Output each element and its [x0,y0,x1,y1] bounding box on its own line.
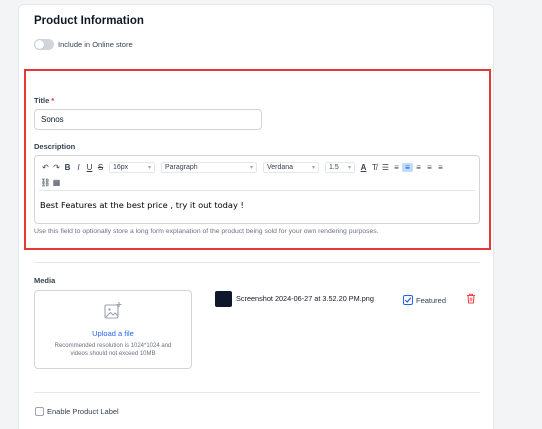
clear-format-icon[interactable]: T̸ [369,163,380,172]
align-right-icon[interactable]: ≡ [424,163,435,172]
redo-icon[interactable]: ↷ [51,163,62,172]
font-size-select[interactable]: 16px ▾ [109,161,155,173]
undo-icon[interactable]: ↶ [40,163,51,172]
product-label-text: Enable Product Label [47,407,119,416]
strikethrough-button[interactable]: S [95,163,106,172]
line-height-value: 1.5 [329,163,339,171]
online-store-label: Include in Online store [58,40,133,49]
align-left-icon[interactable]: ≡ [402,162,413,172]
toggle-knob [35,40,44,49]
chevron-down-icon: ▾ [347,164,351,171]
upload-hint-line-2: videos should not exceed 10MB [70,351,156,357]
underline-button[interactable]: U [84,163,95,172]
description-editor[interactable]: ↶ ↷ B I U S 16px ▾ Paragraph ▾ Verdana ▾ 1.… [34,155,480,224]
upload-file-link[interactable]: Upload a file [35,329,191,338]
featured-checkbox[interactable] [403,295,413,305]
section-divider [34,262,480,263]
check-icon [404,297,412,303]
editor-toolbar-row-2: ⛓ ▦ [40,175,62,189]
online-store-toggle[interactable] [34,39,54,50]
upload-hint: Recommended resolution is 1024*1024 and … [43,342,183,358]
image-upload-icon [104,302,122,319]
line-height-select[interactable]: 1.5 ▾ [325,161,355,173]
editor-toolbar-row-1: ↶ ↷ B I U S 16px ▾ Paragraph ▾ Verdana ▾ 1.… [40,160,446,174]
chevron-down-icon: ▾ [311,164,315,171]
text-color-icon[interactable]: A [358,163,369,172]
section-title: Product Information [34,15,144,27]
title-label-text: Title [34,96,50,105]
featured-label: Featured [416,296,447,305]
table-icon[interactable]: ▦ [51,178,62,187]
font-size-value: 16px [113,163,129,171]
description-helper-text: Use this field to optionally store a lon… [34,228,379,235]
bold-button[interactable]: B [62,163,73,172]
bullet-list-icon[interactable]: ☰ [380,163,391,172]
title-label: Title * [34,96,54,105]
chevron-down-icon: ▾ [249,164,253,171]
font-family-select[interactable]: Verdana ▾ [263,161,319,173]
media-label: Media [34,276,56,285]
font-family-value: Verdana [267,163,294,171]
description-label: Description [34,142,76,151]
block-format-select[interactable]: Paragraph ▾ [161,161,257,173]
section-divider [34,392,480,393]
italic-button[interactable]: I [73,163,84,172]
description-content[interactable]: Best Features at the best price , try it… [40,200,244,210]
file-thumbnail[interactable] [215,291,232,307]
align-center-icon[interactable]: ≡ [413,163,424,172]
trash-icon[interactable] [466,293,476,304]
numbered-list-icon[interactable]: ≡ [391,163,402,172]
online-store-row: Include in Online store [34,39,133,50]
chevron-down-icon: ▾ [147,164,151,171]
file-name: Screenshot 2024-06-27 at 3.52.20 PM.png [236,294,374,303]
required-mark: * [51,96,55,105]
upload-hint-line-1: Recommended resolution is 1024*1024 and [54,343,172,349]
toolbar-divider [39,190,475,191]
align-justify-icon[interactable]: ≡ [435,163,446,172]
upload-dropzone[interactable]: Upload a file Recommended resolution is … [34,290,192,369]
block-format-value: Paragraph [165,163,198,171]
product-label-checkbox[interactable] [35,407,44,416]
link-icon[interactable]: ⛓ [40,178,51,187]
title-input[interactable] [34,109,262,130]
